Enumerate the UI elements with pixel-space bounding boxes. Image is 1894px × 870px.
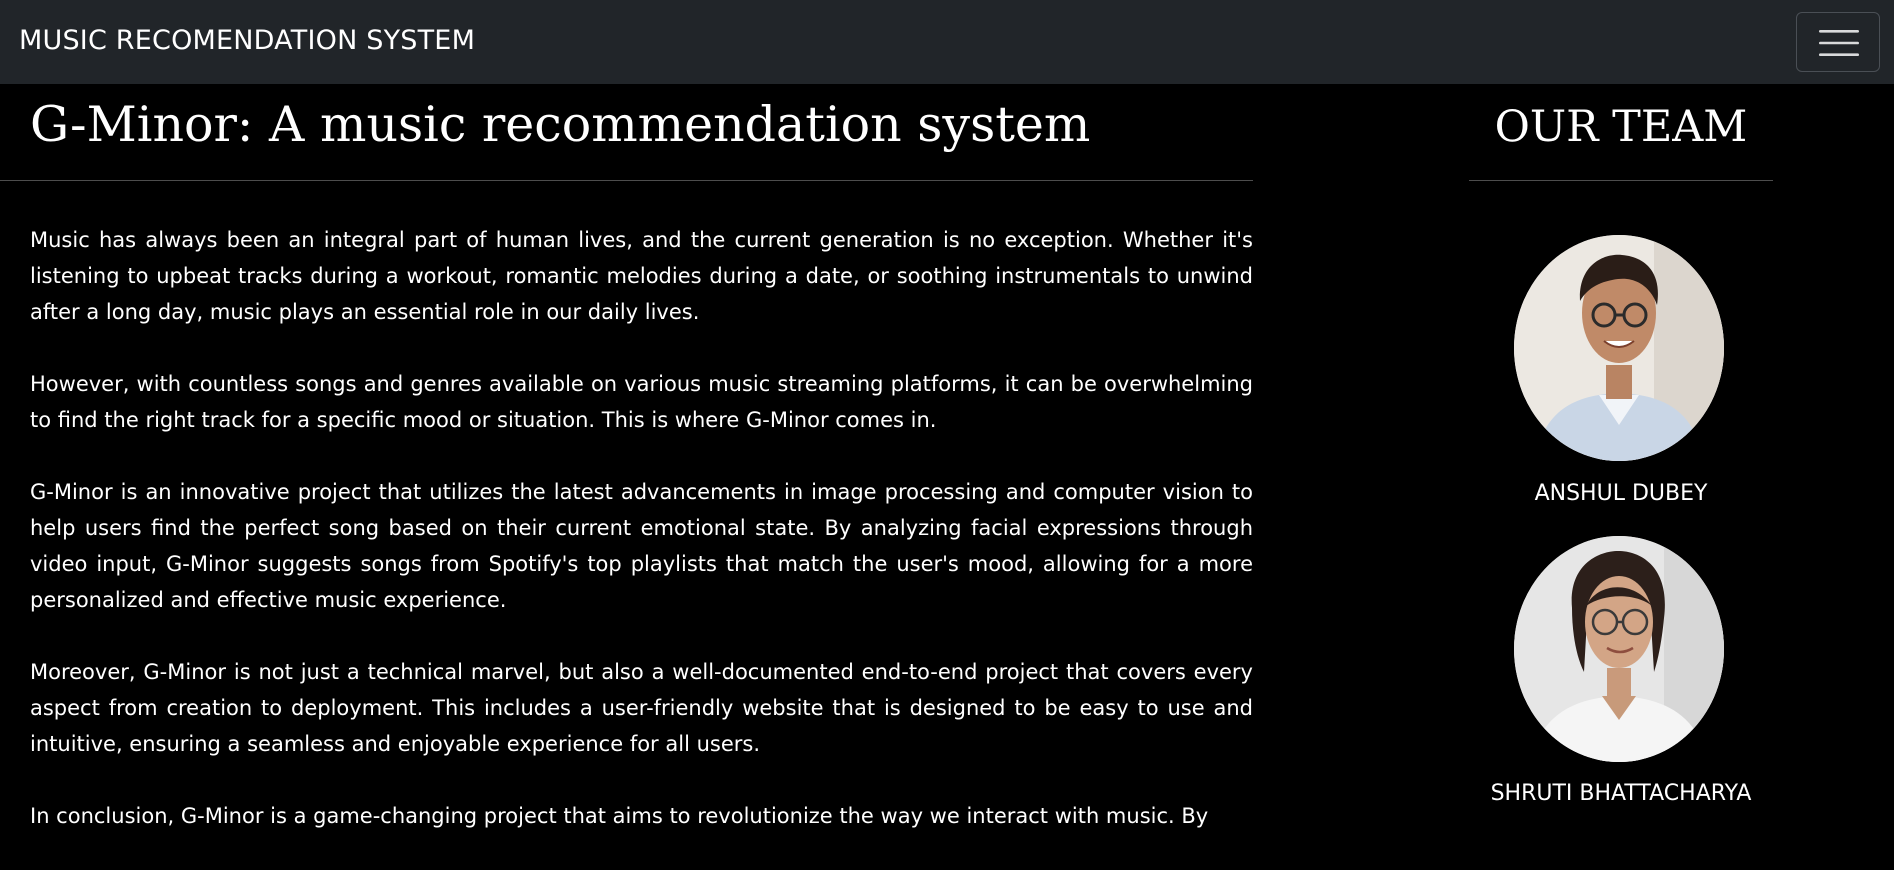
paragraph-conclusion: In conclusion, G-Minor is a game-changin… — [30, 804, 1209, 828]
navbar: MUSIC RECOMENDATION SYSTEM — [0, 0, 1894, 84]
member-photo-icon — [1514, 235, 1724, 461]
member-name: SHRUTI BHATTACHARYA — [1490, 781, 1752, 806]
avatar — [1514, 536, 1724, 762]
page-title: G-Minor: A music recommendation system — [30, 96, 1091, 153]
member-photo-icon — [1514, 536, 1724, 762]
team-divider — [1469, 180, 1773, 181]
paragraph-intro: Music has always been an integral part o… — [30, 228, 1253, 324]
member-name: ANSHUL DUBEY — [1534, 481, 1708, 506]
navbar-brand[interactable]: MUSIC RECOMENDATION SYSTEM — [19, 25, 475, 56]
paragraph-problem: However, with countless songs and genres… — [30, 372, 1253, 432]
title-divider — [0, 180, 1253, 181]
hamburger-menu-icon — [1819, 30, 1859, 56]
paragraph-project: Moreover, G-Minor is not just a technica… — [30, 660, 1253, 756]
team-title: OUR TEAM — [1494, 102, 1748, 152]
paragraph-solution: G-Minor is an innovative project that ut… — [30, 480, 1253, 612]
avatar — [1514, 235, 1724, 461]
description-text: Music has always been an integral part o… — [30, 222, 1253, 870]
navbar-toggler-button[interactable] — [1796, 12, 1880, 72]
